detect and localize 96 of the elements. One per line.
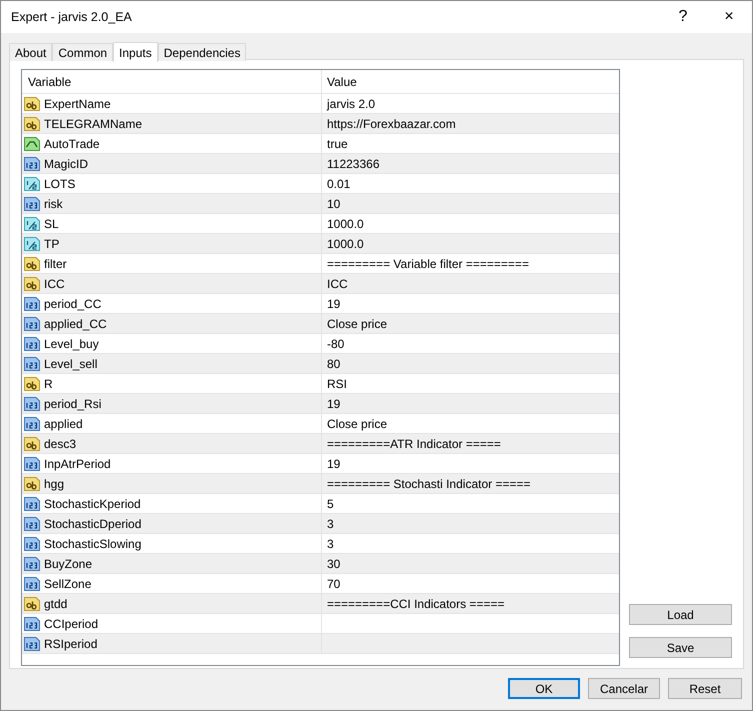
variable-value[interactable]: true <box>327 136 348 150</box>
integer-type-icon <box>24 496 40 512</box>
integer-type-icon <box>24 636 40 652</box>
tab[interactable]: About <box>9 43 52 61</box>
string-type-icon <box>24 596 40 612</box>
help-button[interactable]: ? <box>660 1 706 33</box>
integer-type-icon <box>24 156 40 172</box>
string-type-icon <box>24 116 40 132</box>
string-type-icon <box>24 436 40 452</box>
variable-value[interactable]: 19 <box>327 396 340 410</box>
variable-value[interactable]: 19 <box>327 296 340 310</box>
variable-name: desc3 <box>44 436 76 450</box>
variable-value[interactable]: 1000.0 <box>327 216 364 230</box>
load-button[interactable]: Load <box>629 604 732 625</box>
variable-value[interactable]: Close price <box>327 416 388 430</box>
dialog-button[interactable]: OK <box>508 678 580 699</box>
variable-value[interactable]: 3 <box>327 516 334 530</box>
variable-value[interactable]: https://Forexbaazar.com <box>327 116 456 130</box>
integer-type-icon <box>24 576 40 592</box>
variable-name: TP <box>44 236 60 250</box>
column-header[interactable]: Variable <box>22 70 322 93</box>
variable-name: StochasticDperiod <box>44 516 142 530</box>
variable-name: R <box>44 376 53 390</box>
variable-name: RSIperiod <box>44 636 98 650</box>
variable-value[interactable]: 30 <box>327 556 340 570</box>
variable-value[interactable]: ========= Stochasti Indicator ===== <box>327 476 530 490</box>
integer-type-icon <box>24 536 40 552</box>
variable-name: InpAtrPeriod <box>44 456 111 470</box>
variable-value[interactable]: jarvis 2.0 <box>327 96 376 110</box>
fraction-type-icon <box>24 236 40 252</box>
string-type-icon <box>24 276 40 292</box>
window-title: Expert - jarvis 2.0_EA <box>11 10 133 24</box>
tab[interactable]: Inputs <box>113 42 158 62</box>
tab[interactable]: Common <box>52 43 114 61</box>
string-type-icon <box>24 476 40 492</box>
variable-value[interactable]: Close price <box>327 316 388 330</box>
string-type-icon <box>24 376 40 392</box>
variable-value[interactable]: 10 <box>327 196 340 210</box>
variable-name: filter <box>44 256 67 270</box>
close-button[interactable]: × <box>706 1 752 33</box>
variable-name: Level_buy <box>44 336 99 350</box>
integer-type-icon <box>24 196 40 212</box>
integer-type-icon <box>24 456 40 472</box>
variable-name: applied <box>44 416 83 430</box>
variable-name: applied_CC <box>44 316 107 330</box>
integer-type-icon <box>24 416 40 432</box>
integer-type-icon <box>24 516 40 532</box>
integer-type-icon <box>24 336 40 352</box>
save-button[interactable]: Save <box>629 637 732 658</box>
fraction-type-icon <box>24 176 40 192</box>
string-type-icon <box>24 256 40 272</box>
variable-name: period_CC <box>44 296 102 310</box>
variable-value[interactable]: 3 <box>327 536 334 550</box>
variable-value[interactable]: 11223366 <box>327 156 380 170</box>
variable-name: AutoTrade <box>44 136 100 150</box>
integer-type-icon <box>24 316 40 332</box>
variable-name: TELEGRAMName <box>44 116 142 130</box>
variable-value[interactable]: RSI <box>327 376 348 390</box>
tab[interactable]: Dependencies <box>158 43 246 61</box>
variable-value[interactable]: 70 <box>327 576 340 590</box>
integer-type-icon <box>24 396 40 412</box>
variable-value[interactable]: 19 <box>327 456 340 470</box>
variable-value[interactable]: ========= Variable filter ========= <box>327 256 529 270</box>
variable-value[interactable]: 80 <box>327 356 340 370</box>
variable-name: ICC <box>44 276 65 290</box>
variable-name: ExpertName <box>44 96 111 110</box>
integer-type-icon <box>24 556 40 572</box>
dialog-button[interactable]: Cancelar <box>588 678 660 699</box>
column-header[interactable]: Value <box>322 70 619 93</box>
variable-value[interactable]: =========CCI Indicators ===== <box>327 596 504 610</box>
variable-name: hgg <box>44 476 64 490</box>
integer-type-icon <box>24 616 40 632</box>
string-type-icon <box>24 96 40 112</box>
dialog-button[interactable]: Reset <box>668 678 742 699</box>
variable-name: CCIperiod <box>44 616 98 630</box>
variable-name: SellZone <box>44 576 92 590</box>
variable-name: Level_sell <box>44 356 98 370</box>
fraction-type-icon <box>24 216 40 232</box>
variable-value[interactable]: -80 <box>327 336 344 350</box>
variable-value[interactable]: 1000.0 <box>327 236 364 250</box>
variable-name: SL <box>44 216 59 230</box>
variable-name: BuyZone <box>44 556 92 570</box>
variable-name: risk <box>44 196 63 210</box>
variable-name: period_Rsi <box>44 396 102 410</box>
variable-name: MagicID <box>44 156 88 170</box>
integer-type-icon <box>24 356 40 372</box>
variable-name: LOTS <box>44 176 76 190</box>
variable-name: StochasticSlowing <box>44 536 142 550</box>
integer-type-icon <box>24 296 40 312</box>
variable-name: StochasticKperiod <box>44 496 141 510</box>
boolean-type-icon <box>24 136 40 152</box>
variable-value[interactable]: ICC <box>327 276 348 290</box>
variable-value[interactable]: 0.01 <box>327 176 350 190</box>
variable-name: gtdd <box>44 596 68 610</box>
variable-value[interactable]: 5 <box>327 496 334 510</box>
variable-value[interactable]: =========ATR Indicator ===== <box>327 436 501 450</box>
